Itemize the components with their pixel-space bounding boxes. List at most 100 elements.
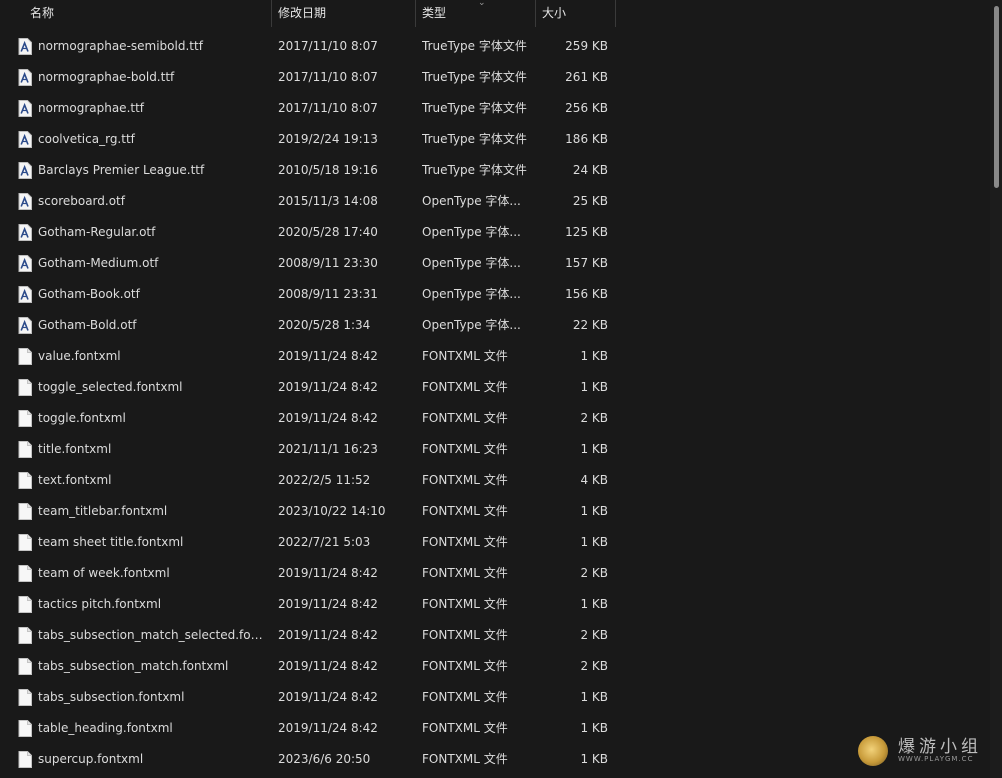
column-header-size[interactable]: 大小 (542, 0, 614, 27)
file-type: FONTXML 文件 (422, 411, 508, 425)
file-modified-date: 2021/11/1 16:23 (278, 442, 378, 456)
file-size: 1 KB (580, 690, 608, 704)
file-type: FONTXML 文件 (422, 504, 508, 518)
file-name: team sheet title.fontxml (38, 535, 184, 549)
column-divider[interactable] (535, 0, 536, 27)
column-header-type-label: 类型 (422, 6, 447, 20)
file-modified-date: 2019/11/24 8:42 (278, 411, 378, 425)
file-row[interactable]: team of week.fontxml 2019/11/24 8:42 FONTX… (0, 558, 990, 589)
file-size: 125 KB (565, 225, 608, 239)
file-row[interactable]: tabs_subsection.fontxml 2019/11/24 8:42 FO… (0, 682, 990, 713)
file-type: FONTXML 文件 (422, 628, 508, 642)
file-row[interactable]: Gotham-Regular.otf 2020/5/28 17:40 OpenTyp… (0, 217, 990, 248)
column-header-type[interactable]: 类型 ⌄ (422, 0, 534, 27)
column-divider[interactable] (415, 0, 416, 27)
file-modified-date: 2019/11/24 8:42 (278, 721, 378, 735)
watermark-logo: 爆游小组 WWW.PLAYGM.CC (858, 730, 988, 770)
column-header-date[interactable]: 修改日期 (278, 0, 414, 27)
column-divider[interactable] (615, 0, 616, 27)
file-row[interactable]: title.fontxml 2021/11/1 16:23 FONTXML 文件 1 … (0, 434, 990, 465)
file-size: 2 KB (580, 659, 608, 673)
file-row[interactable]: value.fontxml 2019/11/24 8:42 FONTXML 文件 1 … (0, 341, 990, 372)
blank-file-icon (18, 527, 34, 558)
blank-file-icon (18, 558, 34, 589)
file-row[interactable]: normographae-bold.ttf 2017/11/10 8:07 True… (0, 62, 990, 93)
scrollbar-thumb[interactable] (994, 6, 999, 188)
file-row[interactable]: table_heading.fontxml 2019/11/24 8:42 FONT… (0, 713, 990, 744)
file-size: 156 KB (565, 287, 608, 301)
vertical-scrollbar[interactable] (990, 0, 1002, 778)
file-size: 1 KB (580, 752, 608, 766)
file-size: 24 KB (572, 163, 608, 177)
file-row[interactable]: team sheet title.fontxml 2022/7/21 5:03 FO… (0, 527, 990, 558)
column-header-name[interactable]: 名称 (30, 0, 270, 27)
file-type: TrueType 字体文件 (422, 70, 527, 84)
font-file-icon (18, 279, 34, 310)
file-name: team of week.fontxml (38, 566, 170, 580)
blank-file-icon (18, 496, 34, 527)
file-type: FONTXML 文件 (422, 566, 508, 580)
file-list: normographae-semibold.ttf 2017/11/10 8:07… (0, 31, 990, 775)
file-modified-date: 2019/11/24 8:42 (278, 690, 378, 704)
file-size: 22 KB (572, 318, 608, 332)
column-header-size-label: 大小 (542, 6, 567, 20)
file-modified-date: 2022/7/21 5:03 (278, 535, 371, 549)
file-row[interactable]: tactics pitch.fontxml 2019/11/24 8:42 FONT… (0, 589, 990, 620)
file-name: Gotham-Book.otf (38, 287, 140, 301)
file-name: Gotham-Bold.otf (38, 318, 137, 332)
file-row[interactable]: scoreboard.otf 2015/11/3 14:08 OpenType 字体… (0, 186, 990, 217)
file-row[interactable]: tabs_subsection_match_selected.fontx... 2… (0, 620, 990, 651)
file-row[interactable]: Gotham-Medium.otf 2008/9/11 23:30 OpenType… (0, 248, 990, 279)
blank-file-icon (18, 403, 34, 434)
file-modified-date: 2008/9/11 23:30 (278, 256, 378, 270)
file-name: toggle.fontxml (38, 411, 126, 425)
file-name: coolvetica_rg.ttf (38, 132, 135, 146)
file-row[interactable]: toggle_selected.fontxml 2019/11/24 8:42 FO… (0, 372, 990, 403)
file-row[interactable]: normographae.ttf 2017/11/10 8:07 TrueType … (0, 93, 990, 124)
file-size: 1 KB (580, 597, 608, 611)
blank-file-icon (18, 589, 34, 620)
file-size: 1 KB (580, 721, 608, 735)
column-divider[interactable] (271, 0, 272, 27)
file-size: 157 KB (565, 256, 608, 270)
blank-file-icon (18, 651, 34, 682)
file-name: scoreboard.otf (38, 194, 125, 208)
file-size: 1 KB (580, 504, 608, 518)
file-size: 1 KB (580, 380, 608, 394)
file-size: 259 KB (565, 39, 608, 53)
file-row[interactable]: tabs_subsection_match.fontxml 2019/11/24 … (0, 651, 990, 682)
file-row[interactable]: supercup.fontxml 2023/6/6 20:50 FONTXML 文件… (0, 744, 990, 775)
file-type: OpenType 字体... (422, 318, 521, 332)
file-modified-date: 2019/11/24 8:42 (278, 628, 378, 642)
file-type: OpenType 字体... (422, 287, 521, 301)
font-file-icon (18, 93, 34, 124)
file-row[interactable]: team_titlebar.fontxml 2023/10/22 14:10 FON… (0, 496, 990, 527)
blank-file-icon (18, 713, 34, 744)
file-name: normographae.ttf (38, 101, 145, 115)
file-modified-date: 2023/10/22 14:10 (278, 504, 386, 518)
file-modified-date: 2017/11/10 8:07 (278, 101, 378, 115)
file-type: FONTXML 文件 (422, 721, 508, 735)
file-row[interactable]: Gotham-Book.otf 2008/9/11 23:31 OpenType 字… (0, 279, 990, 310)
font-file-icon (18, 248, 34, 279)
file-row[interactable]: toggle.fontxml 2019/11/24 8:42 FONTXML 文件 2… (0, 403, 990, 434)
file-row[interactable]: Barclays Premier League.ttf 2010/5/18 19:… (0, 155, 990, 186)
file-name: tabs_subsection_match_selected.fontx... (38, 628, 266, 642)
file-name: tabs_subsection_match.fontxml (38, 659, 229, 673)
file-type: TrueType 字体文件 (422, 39, 527, 53)
file-type: OpenType 字体... (422, 225, 521, 239)
watermark-url: WWW.PLAYGM.CC (898, 755, 974, 763)
file-size: 2 KB (580, 628, 608, 642)
font-file-icon (18, 186, 34, 217)
file-row[interactable]: Gotham-Bold.otf 2020/5/28 1:34 OpenType 字体… (0, 310, 990, 341)
file-row[interactable]: text.fontxml 2022/2/5 11:52 FONTXML 文件 4 KB (0, 465, 990, 496)
blank-file-icon (18, 372, 34, 403)
file-type: FONTXML 文件 (422, 752, 508, 766)
file-row[interactable]: normographae-semibold.ttf 2017/11/10 8:07… (0, 31, 990, 62)
file-modified-date: 2019/11/24 8:42 (278, 349, 378, 363)
file-size: 1 KB (580, 442, 608, 456)
file-row[interactable]: coolvetica_rg.ttf 2019/2/24 19:13 TrueType… (0, 124, 990, 155)
file-name: toggle_selected.fontxml (38, 380, 183, 394)
file-name: text.fontxml (38, 473, 112, 487)
file-name: Barclays Premier League.ttf (38, 163, 205, 177)
